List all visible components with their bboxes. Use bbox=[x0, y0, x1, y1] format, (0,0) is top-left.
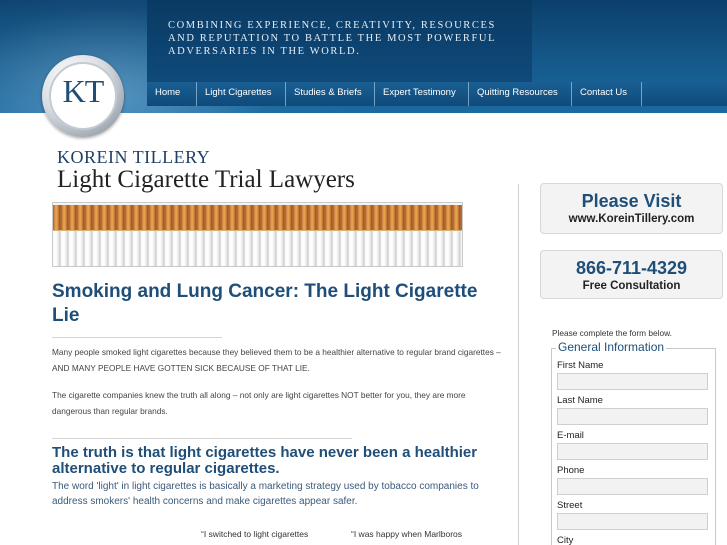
nav-studies-briefs[interactable]: Studies & Briefs bbox=[286, 82, 375, 106]
nav-home[interactable]: Home bbox=[147, 82, 197, 106]
nav-expert-testimony[interactable]: Expert Testimony bbox=[375, 82, 469, 106]
cigarette-filters bbox=[53, 205, 462, 231]
main-nav: Home Light Cigarettes Studies & Briefs E… bbox=[147, 82, 727, 106]
section-paragraph: The word 'light' in light cigarettes is … bbox=[52, 481, 479, 507]
title-divider bbox=[52, 337, 222, 338]
street-input[interactable] bbox=[557, 513, 708, 530]
section-divider bbox=[52, 438, 352, 439]
phone-label: Phone bbox=[557, 465, 585, 476]
last-name-label: Last Name bbox=[557, 395, 603, 406]
phone-input[interactable] bbox=[557, 478, 708, 495]
first-name-label: First Name bbox=[557, 360, 604, 371]
testimonial-quote-2: “I was happy when Marlboros bbox=[351, 529, 463, 539]
logo-monogram: KT bbox=[62, 73, 105, 109]
header-tagline: Combining experience, creativity, resour… bbox=[168, 20, 496, 57]
nav-contact-us[interactable]: Contact Us bbox=[572, 82, 642, 106]
phone-number[interactable]: 866-711-4329 bbox=[541, 258, 722, 279]
section-heading: The truth is that light cigarettes have … bbox=[52, 444, 478, 477]
email-input[interactable] bbox=[557, 443, 708, 460]
visit-website-box[interactable]: Please Visit www.KoreinTillery.com bbox=[540, 183, 723, 234]
firm-subtitle: Light Cigarette Trial Lawyers bbox=[57, 166, 355, 193]
intro-paragraph-2: The cigarette companies knew the truth a… bbox=[52, 390, 466, 416]
last-name-input[interactable] bbox=[557, 408, 708, 425]
consultation-note: Free Consultation bbox=[582, 280, 681, 292]
city-label: City bbox=[557, 535, 574, 545]
visit-url-link[interactable]: www.KoreinTillery.com bbox=[541, 213, 722, 225]
column-divider bbox=[518, 184, 519, 545]
cigarettes-banner-image bbox=[52, 202, 463, 267]
nav-light-cigarettes[interactable]: Light Cigarettes bbox=[197, 82, 286, 106]
nav-quitting-resources[interactable]: Quitting Resources bbox=[469, 82, 572, 106]
firm-name: KOREIN TILLERY bbox=[57, 147, 211, 167]
form-legend: General Information bbox=[556, 340, 667, 354]
first-name-input[interactable] bbox=[557, 373, 708, 390]
cigarette-bodies bbox=[53, 231, 462, 266]
form-intro-text: Please complete the form below. bbox=[552, 328, 672, 338]
testimonial-quote-1: “I switched to light cigarettes bbox=[201, 529, 309, 539]
phone-consultation-box[interactable]: 866-711-4329 Free Consultation bbox=[540, 250, 723, 299]
email-label: E-mail bbox=[557, 430, 584, 441]
visit-title: Please Visit bbox=[581, 191, 682, 211]
street-label: Street bbox=[557, 500, 583, 511]
page-title: Smoking and Lung Cancer: The Light Cigar… bbox=[52, 281, 478, 326]
intro-paragraph-1: Many people smoked light cigarettes beca… bbox=[52, 347, 501, 373]
